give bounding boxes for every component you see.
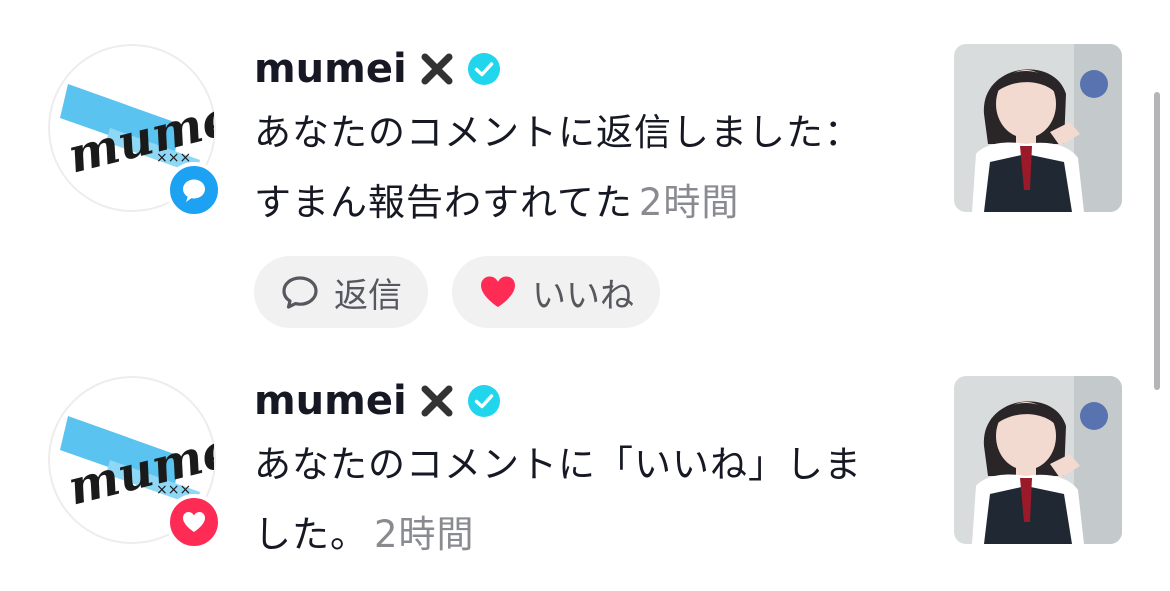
video-thumbnail[interactable]	[954, 44, 1122, 212]
like-button[interactable]: いいね	[452, 256, 660, 328]
name-row: mumei	[254, 376, 894, 426]
x-icon	[421, 385, 453, 417]
notification-item[interactable]: mumei ××× mumei あなたのコメントに「いいね」しました。 2時間	[0, 330, 1170, 591]
reply-button[interactable]: 返信	[254, 256, 428, 328]
thumbnail-image	[954, 44, 1122, 212]
thumbnail-image	[954, 376, 1122, 544]
message-text: あなたのコメントに「いいね」しました。	[254, 443, 862, 556]
speech-bubble-icon	[282, 276, 318, 309]
notification-content: mumei あなたのコメントに「いいね」しました。 2時間	[254, 376, 894, 570]
notification-content: mumei あなたのコメントに返信しました：すまん報告わすれてた2時間 返信	[254, 44, 894, 328]
notification-message: あなたのコメントに返信しました：すまん報告わすれてた 2時間	[254, 98, 894, 238]
timestamp: 2時間	[374, 513, 475, 556]
heart-icon	[183, 512, 205, 532]
username[interactable]: mumei	[254, 46, 407, 92]
like-badge	[166, 494, 222, 550]
chat-bubble-icon	[183, 179, 205, 202]
verified-badge-icon	[467, 385, 500, 417]
video-thumbnail[interactable]	[954, 376, 1122, 544]
message-text: あなたのコメントに返信しました：すまん報告わすれてた	[254, 111, 862, 224]
username[interactable]: mumei	[254, 378, 407, 424]
reply-label: 返信	[334, 275, 402, 316]
like-label: いいね	[532, 275, 634, 316]
notification-message: あなたのコメントに「いいね」しました。 2時間	[254, 430, 894, 570]
name-row: mumei	[254, 44, 894, 94]
verified-badge-icon	[467, 53, 500, 85]
timestamp: 2時間	[638, 181, 740, 224]
avatar[interactable]: mumei ×××	[48, 376, 222, 550]
avatar[interactable]: mumei ×××	[48, 44, 222, 218]
comment-badge	[166, 162, 222, 218]
x-icon	[421, 53, 453, 85]
action-row: 返信 いいね	[254, 256, 894, 328]
notification-item[interactable]: mumei ××× mumei あなたのコメントに返信しました：すまん報告わすれ…	[0, 0, 1170, 330]
scrollbar[interactable]	[1154, 92, 1160, 390]
heart-icon	[481, 276, 515, 307]
